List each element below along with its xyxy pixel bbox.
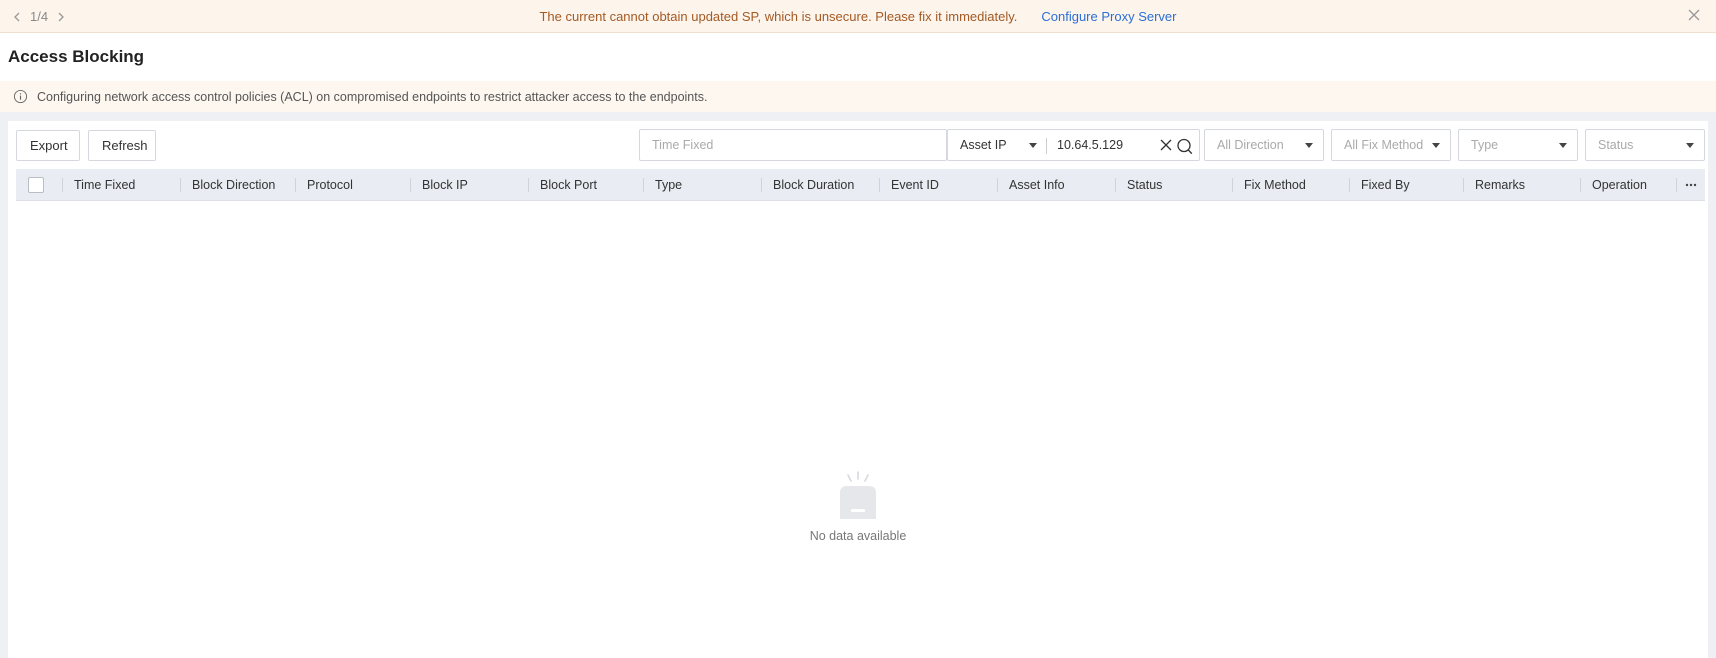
column-label: Operation — [1592, 178, 1647, 192]
search-icon[interactable] — [1176, 138, 1193, 155]
column-header-remarks[interactable]: Remarks — [1463, 169, 1526, 201]
column-divider — [1349, 178, 1350, 192]
caret-down-icon — [1305, 143, 1313, 149]
column-label: Type — [655, 178, 683, 192]
column-label: Fix Method — [1244, 178, 1306, 192]
column-divider — [1463, 178, 1464, 192]
info-icon — [13, 89, 28, 104]
warning-banner: 1/4 The current cannot obtain updated SP… — [0, 0, 1716, 33]
info-text: Configuring network access control polic… — [37, 89, 708, 104]
column-header-fix-method[interactable]: Fix Method — [1232, 169, 1306, 201]
status-select[interactable]: Status — [1585, 129, 1705, 161]
column-divider — [295, 178, 296, 192]
column-divider — [879, 178, 880, 192]
type-select[interactable]: Type — [1458, 129, 1578, 161]
column-label: Block Direction — [192, 178, 276, 192]
banner-message: The current cannot obtain updated SP, wh… — [539, 9, 1018, 24]
column-header-asset-info[interactable]: Asset Info — [997, 169, 1065, 201]
status-select-value: Status — [1598, 138, 1634, 152]
column-header-protocol[interactable]: Protocol — [295, 169, 353, 201]
column-divider — [62, 178, 63, 192]
more-options-icon[interactable] — [1677, 169, 1705, 201]
column-divider — [410, 178, 411, 192]
column-header-type[interactable]: Type — [643, 169, 683, 201]
column-header-block-duration[interactable]: Block Duration — [761, 169, 855, 201]
caret-down-icon — [1559, 143, 1567, 149]
column-divider — [997, 178, 998, 192]
page-header: Access Blocking — [0, 33, 1716, 81]
asset-ip-search[interactable] — [1047, 129, 1200, 161]
column-label: Protocol — [307, 178, 353, 192]
column-label: Status — [1127, 178, 1163, 192]
fix-method-select[interactable]: All Fix Method — [1331, 129, 1451, 161]
refresh-button[interactable]: Refresh — [88, 130, 156, 161]
column-header-block-port[interactable]: Block Port — [528, 169, 597, 201]
time-fixed-filter[interactable] — [639, 129, 947, 161]
main-panel: Export Refresh Asset IP All Direction Al… — [8, 121, 1708, 658]
configure-proxy-link[interactable]: Configure Proxy Server — [1041, 9, 1176, 24]
close-icon[interactable] — [1688, 9, 1702, 23]
info-notice: Configuring network access control polic… — [0, 81, 1716, 112]
column-label: Remarks — [1475, 178, 1526, 192]
column-divider — [643, 178, 644, 192]
time-fixed-input[interactable] — [640, 138, 946, 152]
asset-type-label: Asset IP — [960, 138, 1007, 152]
fix-method-select-value: All Fix Method — [1344, 138, 1424, 152]
column-divider — [528, 178, 529, 192]
column-label: Event ID — [891, 178, 939, 192]
column-header-block-direction[interactable]: Block Direction — [180, 169, 276, 201]
banner-message-row: The current cannot obtain updated SP, wh… — [0, 0, 1716, 33]
column-label: Block IP — [422, 178, 468, 192]
caret-down-icon — [1686, 143, 1694, 149]
column-label: Time Fixed — [74, 178, 136, 192]
column-header-operation: Operation — [1580, 169, 1647, 201]
caret-down-icon — [1029, 143, 1037, 149]
export-button[interactable]: Export — [16, 130, 80, 161]
select-all-checkbox[interactable] — [28, 177, 44, 193]
column-header-event-id[interactable]: Event ID — [879, 169, 939, 201]
column-divider — [180, 178, 181, 192]
column-header-fixed-by[interactable]: Fixed By — [1349, 169, 1410, 201]
column-label: Block Duration — [773, 178, 855, 192]
column-label: Block Port — [540, 178, 597, 192]
column-divider — [1232, 178, 1233, 192]
clear-icon[interactable] — [1160, 139, 1173, 152]
empty-state: No data available — [8, 471, 1708, 543]
direction-select-value: All Direction — [1217, 138, 1284, 152]
column-divider — [1580, 178, 1581, 192]
page-title: Access Blocking — [8, 47, 145, 66]
column-header-block-ip[interactable]: Block IP — [410, 169, 468, 201]
table-header: Time Fixed Block Direction Protocol Bloc… — [16, 169, 1705, 201]
empty-message: No data available — [809, 529, 907, 543]
caret-down-icon — [1432, 143, 1440, 149]
direction-select[interactable]: All Direction — [1204, 129, 1324, 161]
asset-type-select[interactable]: Asset IP — [947, 129, 1047, 161]
column-label: Asset Info — [1009, 178, 1065, 192]
column-label: Fixed By — [1361, 178, 1410, 192]
column-divider — [761, 178, 762, 192]
column-header-status[interactable]: Status — [1115, 169, 1163, 201]
column-header-time-fixed[interactable]: Time Fixed — [62, 169, 136, 201]
empty-box-icon — [840, 471, 876, 519]
column-divider — [1115, 178, 1116, 192]
asset-ip-input[interactable] — [1047, 138, 1147, 152]
type-select-value: Type — [1471, 138, 1499, 152]
